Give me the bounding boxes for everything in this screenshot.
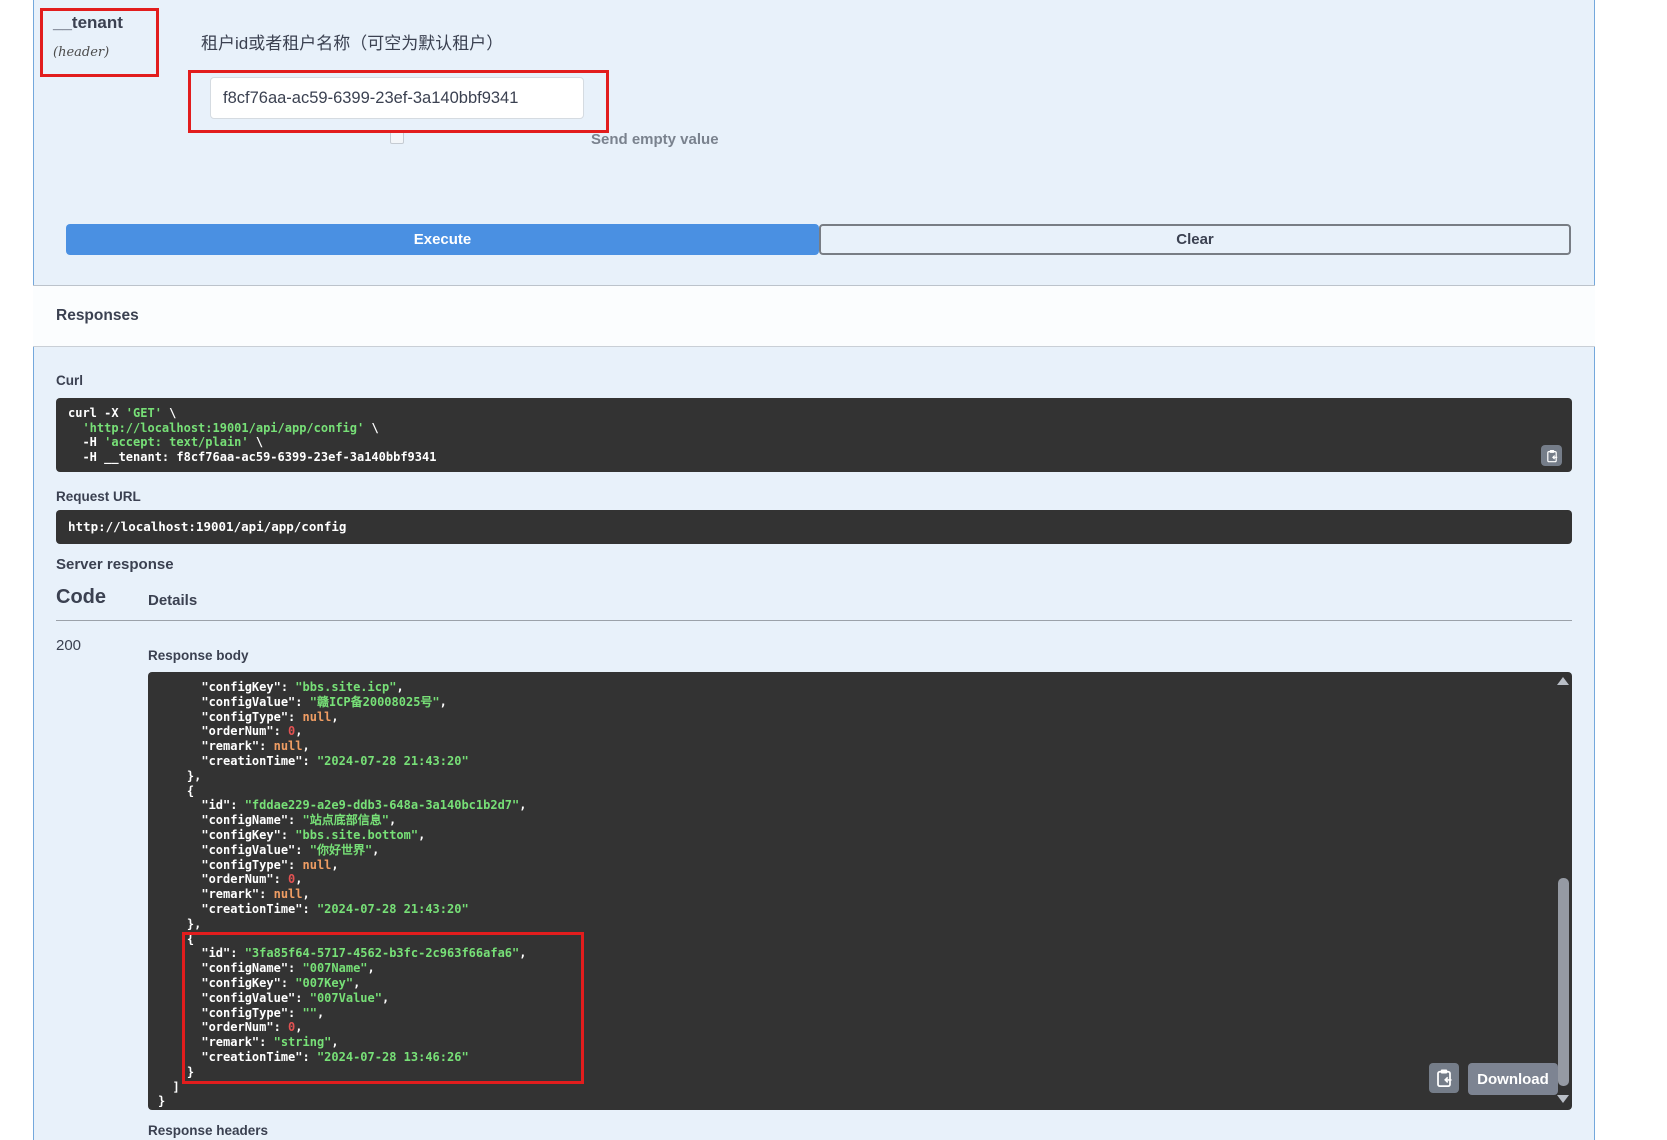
code-line: }, [158, 917, 1572, 932]
status-code: 200 [56, 637, 81, 654]
code-line: -H __tenant: f8cf76aa-ac59-6399-23ef-3a1… [68, 450, 1560, 465]
annotation-box-parameter-name [40, 8, 159, 77]
code-line: -H 'accept: text/plain' \ [68, 435, 1560, 450]
code-line: "configValue": "你好世界", [158, 843, 1572, 858]
code-line: "creationTime": "2024-07-28 21:43:20" [158, 902, 1572, 917]
table-header-divider [56, 620, 1572, 621]
code-line: } [158, 1094, 1572, 1109]
curl-label: Curl [56, 373, 83, 388]
response-body-label: Response body [148, 648, 249, 663]
code-line: { [158, 784, 1572, 799]
response-copy-button[interactable] [1429, 1063, 1459, 1093]
code-line: curl -X 'GET' \ [68, 406, 1560, 421]
send-empty-value-label: Send empty value [591, 131, 719, 148]
code-line: "configName": "站点底部信息", [158, 813, 1572, 828]
code-line: "configType": null, [158, 710, 1572, 725]
code-line: "configValue": "赣ICP备20008025号", [158, 695, 1572, 710]
copy-icon [1545, 449, 1559, 463]
parameter-description: 租户id或者租户名称（可空为默认租户） [201, 29, 503, 54]
annotation-box-parameter-value [188, 70, 609, 133]
clear-button[interactable]: Clear [819, 224, 1571, 255]
curl-copy-button[interactable] [1541, 445, 1562, 466]
code-line: "orderNum": 0, [158, 724, 1572, 739]
code-line: "id": "fddae229-a2e9-ddb3-648a-3a140bc1b… [158, 798, 1572, 813]
code-line: "configKey": "bbs.site.icp", [158, 680, 1572, 695]
download-button[interactable]: Download [1468, 1063, 1558, 1095]
code-line: }, [158, 769, 1572, 784]
response-body-scrollbar-thumb[interactable] [1558, 878, 1569, 1086]
responses-section-header: Responses [33, 285, 1595, 347]
code-line: "creationTime": "2024-07-28 21:43:20" [158, 754, 1572, 769]
details-column-header: Details [148, 592, 197, 609]
swagger-operation-page: __tenant (header) 租户id或者租户名称（可空为默认租户） Se… [0, 0, 1667, 1140]
responses-title: Responses [56, 307, 139, 325]
code-line: "remark": null, [158, 739, 1572, 754]
code-column-header: Code [56, 586, 106, 609]
scroll-down-icon[interactable] [1557, 1095, 1569, 1103]
request-url-block: http://localhost:19001/api/app/config [56, 510, 1572, 544]
copy-icon [1434, 1068, 1454, 1088]
annotation-box-response-item [182, 932, 584, 1084]
request-url-label: Request URL [56, 489, 141, 504]
scroll-up-icon[interactable] [1557, 677, 1569, 685]
code-line: "configType": null, [158, 858, 1572, 873]
code-line: 'http://localhost:19001/api/app/config' … [68, 421, 1560, 436]
server-response-label: Server response [56, 556, 174, 573]
execute-button[interactable]: Execute [66, 224, 819, 255]
code-line: "remark": null, [158, 887, 1572, 902]
code-line: "orderNum": 0, [158, 872, 1572, 887]
code-line: "configKey": "bbs.site.bottom", [158, 828, 1572, 843]
curl-command-block: curl -X 'GET' \ 'http://localhost:19001/… [56, 398, 1572, 472]
response-headers-label: Response headers [148, 1123, 268, 1138]
